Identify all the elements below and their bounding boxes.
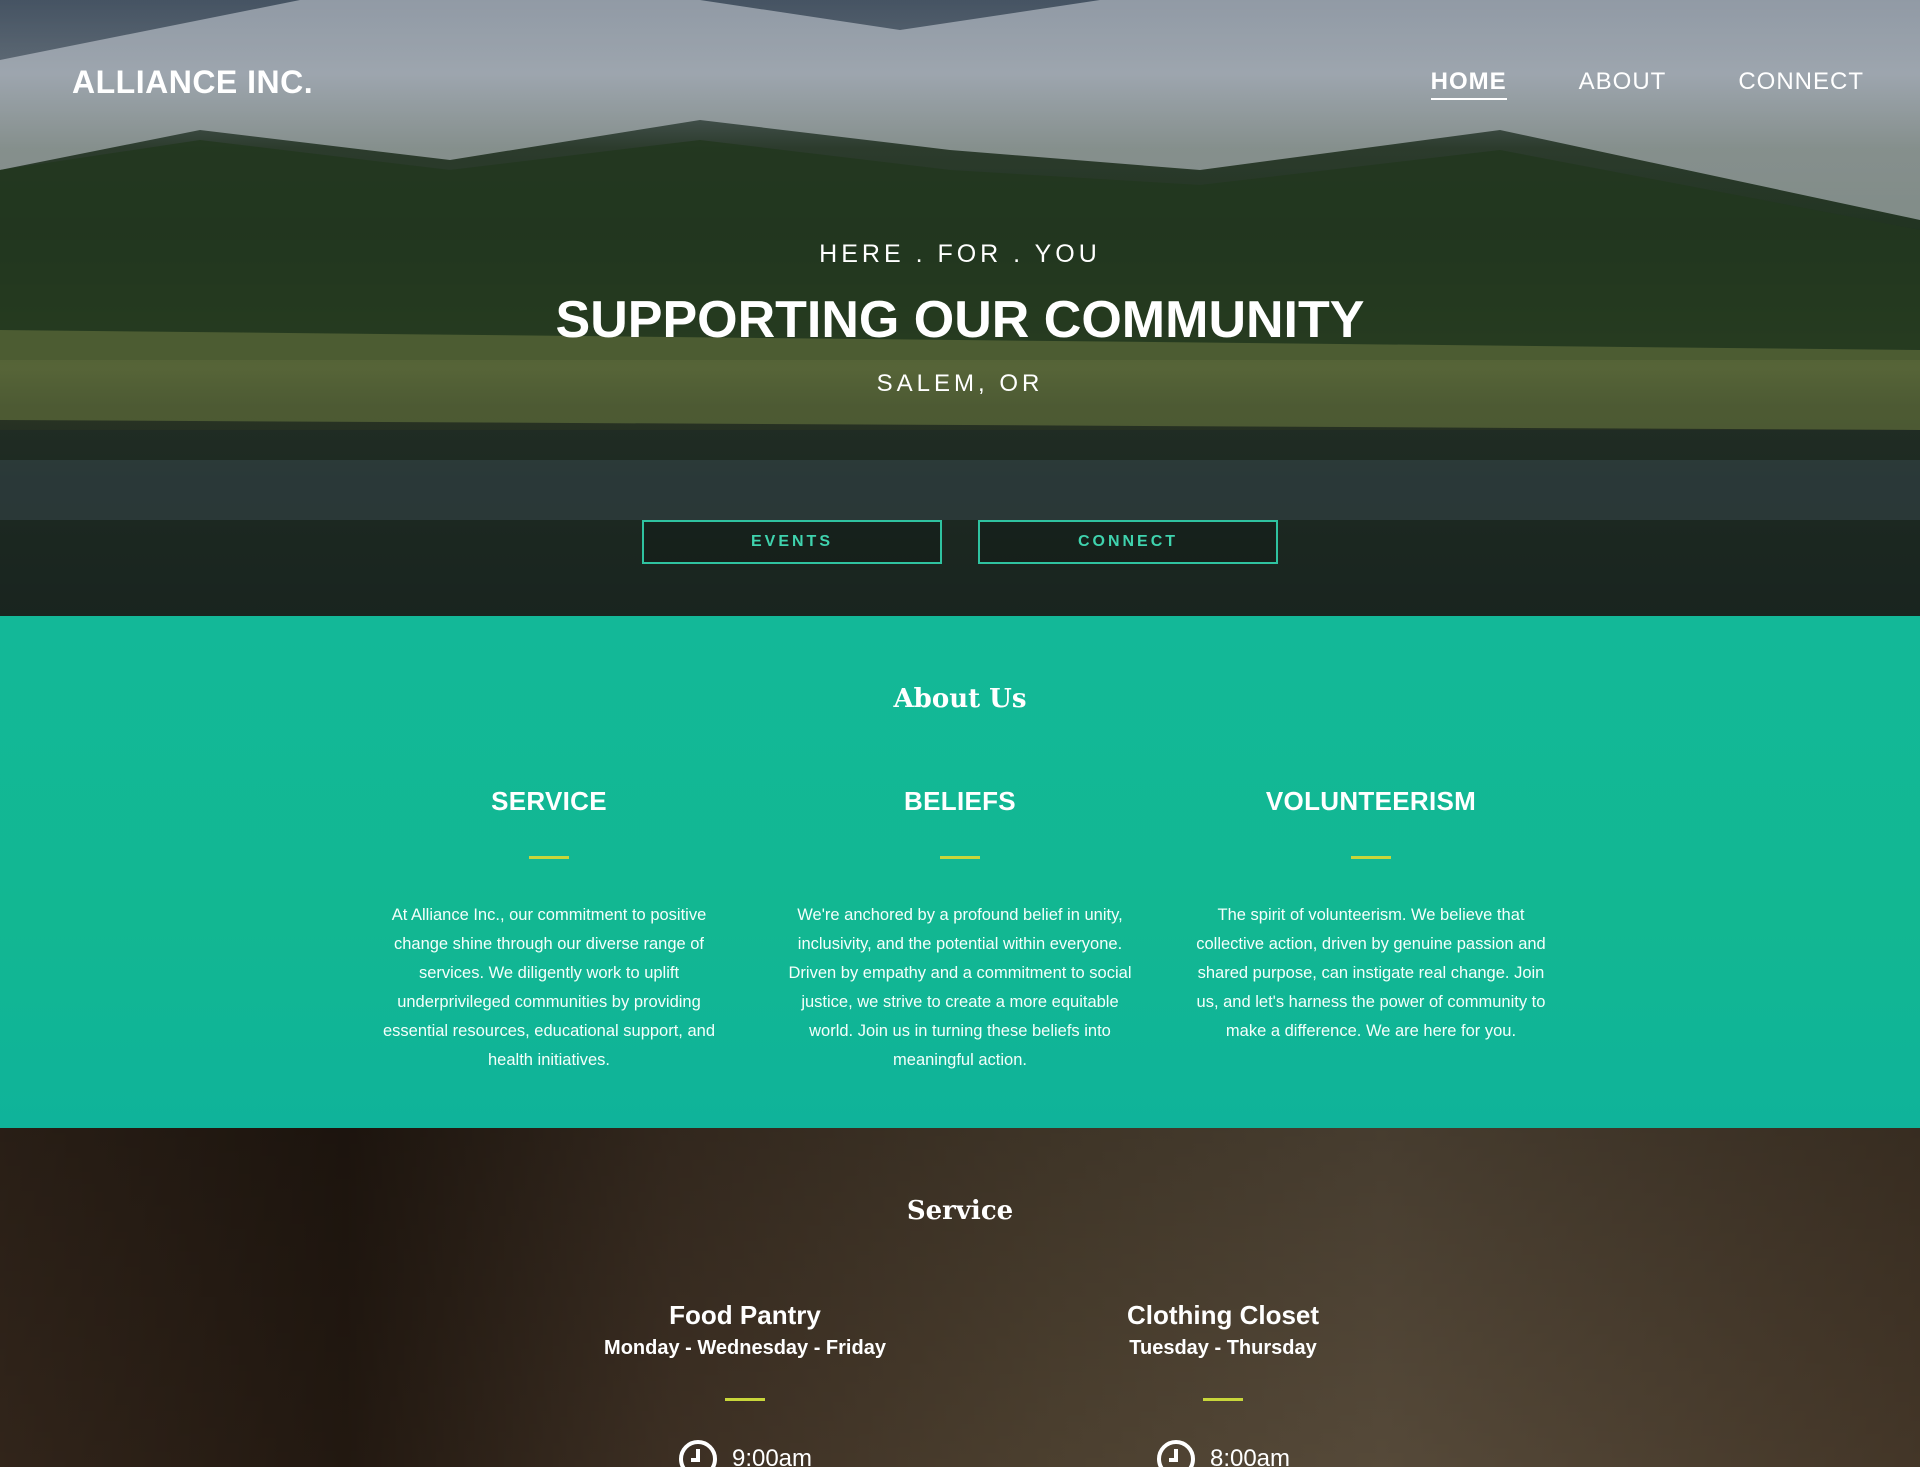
nav-about-link[interactable]: ABOUT bbox=[1579, 68, 1667, 100]
clock-icon bbox=[678, 1440, 717, 1467]
service-section: Service Food Pantry Monday - Wednesday -… bbox=[0, 1128, 1920, 1467]
service-time: 9:00am bbox=[565, 1439, 925, 1467]
service-item-food-pantry: Food Pantry Monday - Wednesday - Friday … bbox=[565, 1300, 925, 1467]
divider bbox=[725, 1398, 765, 1401]
clock-icon bbox=[1156, 1440, 1195, 1467]
about-column-heading: VOLUNTEERISM bbox=[1265, 786, 1477, 816]
service-time: 8:00am bbox=[1043, 1439, 1403, 1467]
nav-home-link[interactable]: HOME bbox=[1430, 68, 1507, 100]
divider bbox=[1351, 856, 1391, 859]
connect-button[interactable]: CONNECT bbox=[978, 520, 1278, 564]
service-name: Food Pantry bbox=[669, 1300, 821, 1330]
service-item-clothing-closet: Clothing Closet Tuesday - Thursday 8:00a… bbox=[1043, 1300, 1403, 1467]
service-name: Clothing Closet bbox=[1126, 1300, 1320, 1330]
service-time-value: 8:00am bbox=[1209, 1445, 1291, 1467]
service-days: Tuesday - Thursday bbox=[1129, 1337, 1317, 1359]
about-column-heading: BELIEFS bbox=[904, 786, 1016, 816]
about-column-text: The spirit of volunteerism. We believe t… bbox=[1196, 906, 1546, 1040]
service-days: Monday - Wednesday - Friday bbox=[604, 1337, 886, 1359]
events-button[interactable]: EVENTS bbox=[642, 520, 942, 564]
hero-location: SALEM, OR bbox=[876, 370, 1044, 397]
hero-kicker: HERE . FOR . YOU bbox=[819, 240, 1101, 268]
nav-connect-link[interactable]: CONNECT bbox=[1738, 68, 1864, 100]
about-column-beliefs: BELIEFS We're anchored by a profound bel… bbox=[780, 786, 1140, 1075]
about-column-service: SERVICE At Alliance Inc., our commitment… bbox=[369, 786, 729, 1075]
service-time-value: 9:00am bbox=[731, 1445, 813, 1467]
hero-section: ALLIANCE INC. HOME ABOUT CONNECT HERE . … bbox=[0, 0, 1920, 616]
about-column-text: At Alliance Inc., our commitment to posi… bbox=[382, 906, 716, 1069]
hero-buttons: EVENTS CONNECT bbox=[642, 520, 1278, 564]
hero-title: SUPPORTING OUR COMMUNITY bbox=[555, 291, 1365, 349]
divider bbox=[529, 856, 569, 859]
divider bbox=[1203, 1398, 1243, 1401]
about-section: About Us SERVICE At Alliance Inc., our c… bbox=[0, 616, 1920, 1128]
about-column-heading: SERVICE bbox=[491, 786, 607, 816]
about-column-volunteerism: VOLUNTEERISM The spirit of volunteerism.… bbox=[1191, 786, 1551, 1046]
about-title: About Us bbox=[893, 684, 1027, 714]
main-nav: HOME ABOUT CONNECT bbox=[1430, 68, 1864, 100]
service-title: Service bbox=[906, 1196, 1014, 1226]
about-column-text: We're anchored by a profound belief in u… bbox=[788, 906, 1132, 1069]
brand-logo[interactable]: ALLIANCE INC. bbox=[72, 64, 313, 101]
divider bbox=[940, 856, 980, 859]
